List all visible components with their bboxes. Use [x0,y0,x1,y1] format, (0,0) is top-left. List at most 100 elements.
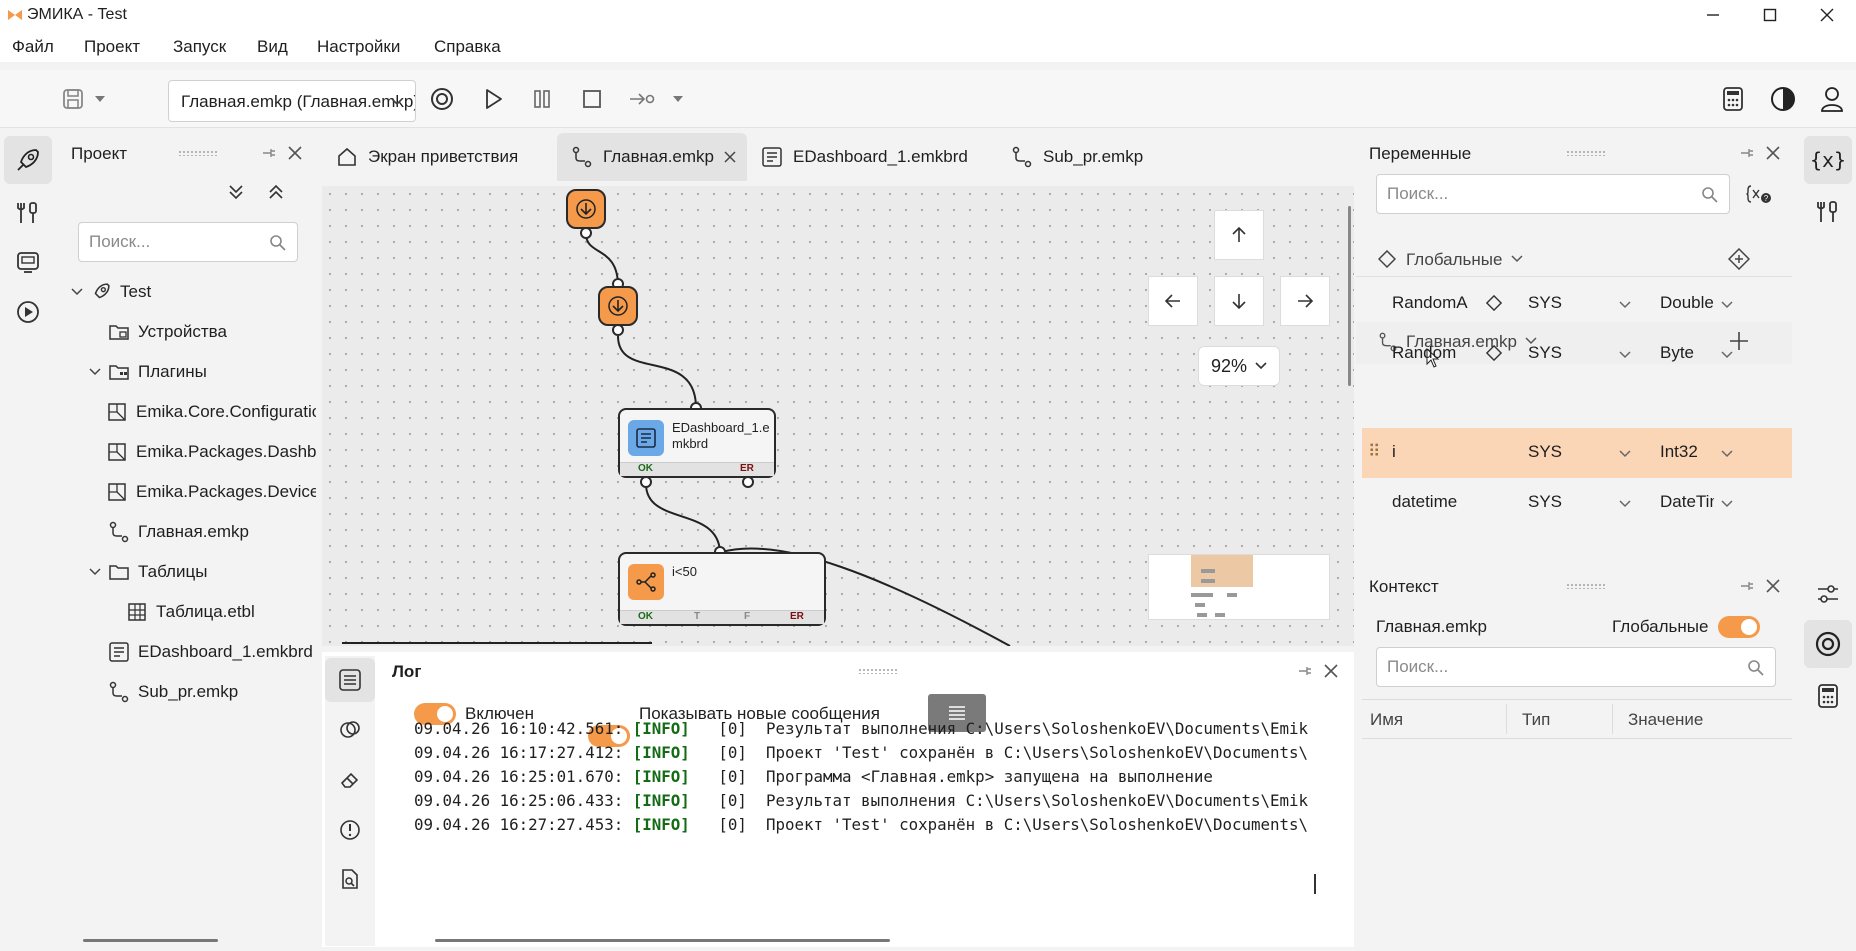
close-panel-icon[interactable] [1322,662,1340,680]
log-filter-button[interactable] [325,708,375,752]
chevron-down-icon[interactable] [88,565,108,579]
variable-row[interactable]: datetime SYS DateTime [1362,478,1792,528]
run-button[interactable] [476,82,510,116]
log-line[interactable]: 09.04.26 16:10:42.561: [INFO] [0] Резуль… [414,717,1320,741]
drag-grip[interactable] [1566,583,1606,589]
chevron-down-icon[interactable] [1720,347,1734,367]
chevron-down-icon[interactable] [1510,252,1524,266]
tree-item[interactable]: Emika.Packages.Devices [70,472,316,512]
variable-help-icon[interactable]: ? [1746,182,1772,206]
pin-icon[interactable] [1738,144,1756,162]
port[interactable] [612,324,624,336]
flow-canvas[interactable]: EDashboard_1.emkbrd OK ER i<50 OK T F ER… [322,186,1354,646]
global-group-label[interactable]: Глобальные [1406,250,1502,270]
rail-tools-right-button[interactable] [1804,188,1852,236]
variable-type[interactable]: Byte [1660,343,1714,363]
condition-block[interactable]: i<50 OK T F ER [618,552,826,626]
pin-icon[interactable] [260,144,278,162]
log-line[interactable]: 09.04.26 16:17:27.412: [INFO] [0] Проект… [414,741,1320,765]
rail-devices-button[interactable] [4,238,52,286]
project-scrollbar[interactable] [83,939,218,942]
menu-help[interactable]: Справка [434,37,501,57]
stop-button[interactable] [575,82,609,116]
drag-grip[interactable] [178,150,218,156]
tree-item[interactable]: EDashboard_1.emkbrd [70,632,316,672]
variable-row[interactable]: RandomA SYS Double [1362,279,1792,329]
project-search-input[interactable]: Поиск... [78,222,298,262]
pin-icon[interactable] [1738,577,1756,595]
tab-dashboard[interactable]: EDashboard_1.emkbrd [747,133,982,181]
drag-grip[interactable] [1566,150,1606,156]
pan-down-button[interactable] [1214,276,1264,326]
pan-up-button[interactable] [1214,210,1264,260]
port[interactable] [640,476,652,488]
dashboard-block[interactable]: EDashboard_1.emkbrd OK ER [618,408,776,478]
variable-scope[interactable]: SYS [1528,293,1562,313]
chevron-down-icon[interactable] [1720,446,1734,466]
debug-button[interactable] [425,82,459,116]
chevron-down-icon[interactable] [1720,496,1734,516]
pin-icon[interactable] [1296,662,1314,680]
rail-run-button[interactable] [4,288,52,336]
close-panel-icon[interactable] [1764,144,1782,162]
menu-run[interactable]: Запуск [173,37,226,57]
variable-type[interactable]: DateTime [1660,492,1714,512]
zoom-select[interactable]: 92% [1198,346,1280,386]
add-global-variable-icon[interactable] [1728,248,1750,270]
log-line[interactable]: 09.04.26 16:27:27.453: [INFO] [0] Проект… [414,813,1320,837]
tree-item[interactable]: Устройства [70,312,316,352]
tree-item[interactable]: Sub_pr.emkp [70,672,316,712]
rail-calculator-button[interactable] [1804,672,1852,720]
tree-item[interactable]: Emika.Packages.Dashboard [70,432,316,472]
close-panel-icon[interactable] [1764,577,1782,595]
port[interactable] [580,227,592,239]
pause-button[interactable] [525,82,559,116]
tab-sub-pr[interactable]: Sub_pr.emkp [997,133,1157,181]
user-button[interactable] [1815,82,1849,116]
tree-item[interactable]: Таблица.etbl [70,592,316,632]
port[interactable] [742,476,754,488]
tree-item[interactable]: Emika.Core.Configuration [70,392,316,432]
calculator-button[interactable] [1716,82,1750,116]
pan-right-button[interactable] [1280,276,1330,326]
chevron-down-icon[interactable] [1618,446,1632,466]
chevron-down-icon[interactable] [70,285,90,299]
save-button[interactable] [56,82,90,116]
chevron-down-icon[interactable] [1618,496,1632,516]
tree-item[interactable]: Плагины [70,352,316,392]
chevron-down-icon[interactable] [1720,297,1734,317]
save-menu-button[interactable] [90,82,110,116]
log-clear-button[interactable] [325,758,375,802]
chevron-down-icon[interactable] [1618,347,1632,367]
canvas-scrollbar[interactable] [1348,206,1351,386]
log-view-button[interactable] [325,658,375,702]
close-panel-icon[interactable] [286,144,304,162]
log-line[interactable]: 09.04.26 16:25:06.433: [INFO] [0] Резуль… [414,789,1320,813]
variable-scope[interactable]: SYS [1528,492,1562,512]
expand-all-icon[interactable] [226,182,246,202]
column-name[interactable]: Имя [1370,710,1403,730]
variable-type[interactable]: Int32 [1660,442,1714,462]
menu-settings[interactable]: Настройки [317,37,400,57]
context-globals-toggle[interactable] [1718,616,1760,638]
chevron-down-icon[interactable] [1618,297,1632,317]
flow-node-input-1[interactable] [566,189,606,229]
drag-grip[interactable] [858,668,898,674]
rail-variables-button[interactable]: {x} [1804,136,1852,184]
context-search-input[interactable]: Поиск... [1376,647,1776,687]
rail-project-button[interactable] [4,136,52,184]
tab-main-emkp[interactable]: Главная.emkp [557,133,747,181]
drag-handle-icon[interactable]: ⠿ [1368,442,1380,462]
log-search-button[interactable] [325,858,375,902]
variable-scope[interactable]: SYS [1528,442,1562,462]
tree-item[interactable]: Test [70,272,316,312]
tab-welcome[interactable]: Экран приветствия [322,133,532,181]
column-divider[interactable] [1506,704,1507,734]
chevron-down-icon[interactable] [88,365,108,379]
column-value[interactable]: Значение [1628,710,1703,730]
close-window-button[interactable] [1800,0,1854,30]
collapse-all-icon[interactable] [266,182,286,202]
log-line[interactable]: 09.04.26 16:25:01.670: [INFO] [0] Програ… [414,765,1320,789]
menu-project[interactable]: Проект [84,37,140,57]
variable-type[interactable]: Double [1660,293,1714,313]
